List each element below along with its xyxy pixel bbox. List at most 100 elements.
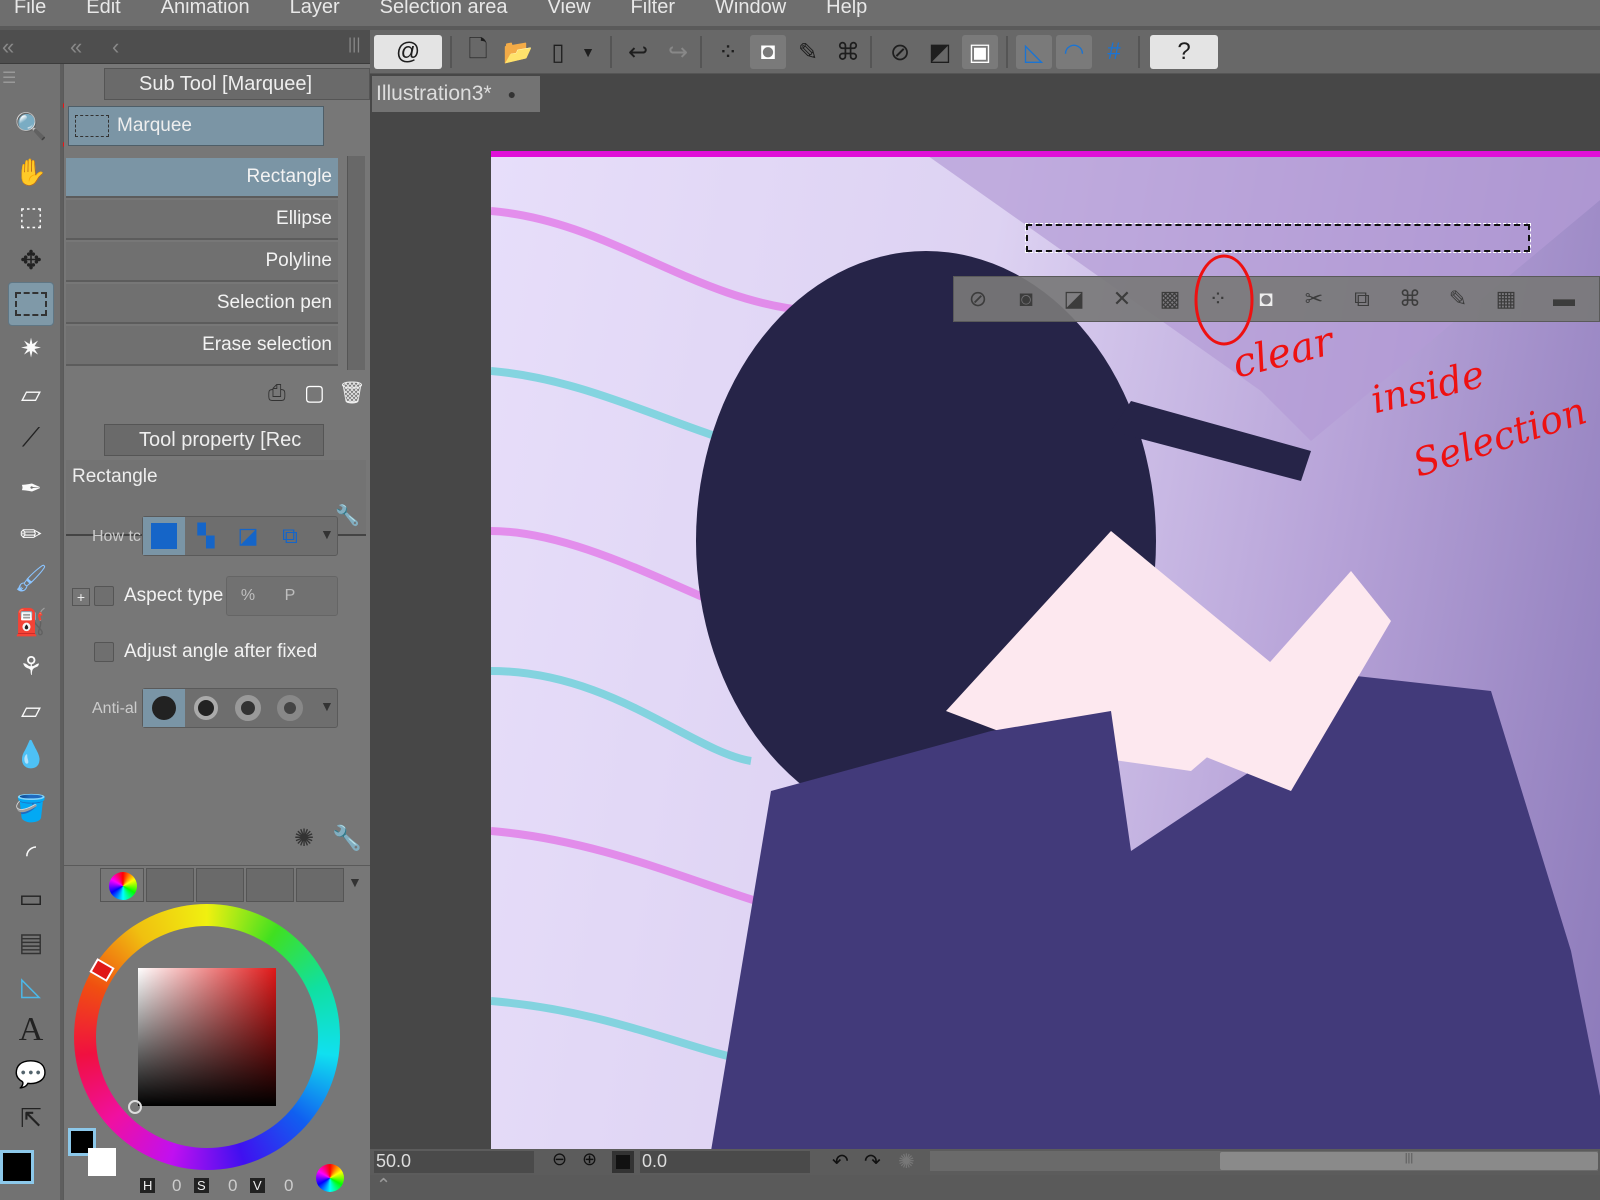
- approximate-color-tab[interactable]: [296, 868, 344, 902]
- fit-to-screen-icon[interactable]: [612, 1151, 634, 1173]
- auto-select-tool-icon[interactable]: ✷: [8, 328, 54, 368]
- aspect-type-label: Aspect type: [124, 585, 224, 606]
- move-layer-tool-icon[interactable]: ✥: [8, 240, 54, 280]
- h-value: 0: [172, 1176, 182, 1195]
- text-tool-icon[interactable]: A: [8, 1010, 54, 1050]
- bottom-bar: ⌃: [370, 1175, 1600, 1200]
- figure-tool-icon[interactable]: ▭: [8, 878, 54, 918]
- zoom-tool-icon[interactable]: 🔍: [8, 106, 54, 146]
- sub-color-box[interactable]: [88, 1148, 116, 1176]
- chevron-down-icon[interactable]: ▼: [320, 526, 334, 542]
- wrench-search-icon[interactable]: 🔧: [335, 503, 360, 528]
- hand-tool-icon[interactable]: ✋: [8, 152, 54, 192]
- selection-mode-selector[interactable]: ▚ ◪ ⧉: [142, 516, 338, 556]
- sub-tool-settings-icon[interactable]: ⎙: [268, 380, 286, 406]
- tool-name: Rectangle: [72, 466, 158, 487]
- chevron-down-icon[interactable]: ▼: [348, 874, 362, 890]
- eraser-tool-icon[interactable]: ▱: [8, 374, 54, 414]
- tool-strip: ☰ 🔍 ✋ ⬚ ✥ ✷ ▱ ⟋ ✒ ✏ 🖌 ⛽ ⚘ ▱ 💧 🪣 ◜ ▭ ▤ ◺ …: [0, 64, 63, 1200]
- operation-tool-icon[interactable]: ⬚: [8, 196, 54, 236]
- correct-line-tool-icon[interactable]: ⇱: [8, 1098, 54, 1138]
- sub-tool-scrollbar[interactable]: [347, 156, 365, 370]
- sub-tool-title: Sub Tool [Marquee]: [139, 72, 313, 95]
- antialias-weak-icon[interactable]: [185, 689, 227, 727]
- sub-tool-rectangle[interactable]: Rectangle: [66, 158, 338, 198]
- subtract-selection-icon[interactable]: ◪: [227, 517, 269, 555]
- color-wheel-panel: ▼ H 0 S 0 V 0: [64, 866, 370, 1200]
- rotate-right-icon[interactable]: ↷: [864, 1149, 881, 1174]
- reset-icon[interactable]: ✺: [294, 824, 314, 853]
- antialias-strong-icon[interactable]: [269, 689, 311, 727]
- color-wheel-tab[interactable]: [100, 868, 144, 902]
- pen-tool-icon[interactable]: ✒: [8, 468, 54, 508]
- wrench-icon[interactable]: 🔧: [332, 824, 362, 853]
- add-selection-icon[interactable]: ▚: [185, 517, 227, 555]
- h-label: H: [140, 1178, 156, 1193]
- tool-property-tab[interactable]: Tool property [Rec: [104, 424, 324, 456]
- new-selection-icon[interactable]: [143, 517, 185, 555]
- sub-tool-erase-selection[interactable]: Erase selection: [66, 326, 338, 366]
- gradient-tool-icon[interactable]: ◜: [8, 834, 54, 874]
- chevron-down-icon[interactable]: ▼: [320, 698, 334, 714]
- color-set-tab[interactable]: [196, 868, 244, 902]
- antialias-none-icon[interactable]: [143, 689, 185, 727]
- tool-property-panel: Tool property [Rec Rectangle 🔧 How tc ▚ …: [64, 420, 370, 865]
- annotation-circle-clear: [1194, 254, 1254, 346]
- delete-sub-tool-icon[interactable]: 🗑: [338, 380, 366, 406]
- balloon-tool-icon[interactable]: 💬: [8, 1054, 54, 1094]
- marquee-icon: [75, 115, 109, 137]
- zoom-field[interactable]: 50.0: [374, 1151, 534, 1173]
- blend-tool-icon[interactable]: 💧: [8, 734, 54, 774]
- sub-tool-selection-pen[interactable]: Selection pen: [66, 284, 338, 324]
- zoom-in-icon[interactable]: ⊕: [582, 1149, 597, 1170]
- scrollbar-thumb[interactable]: |||: [1220, 1152, 1598, 1170]
- reset-rotation-icon[interactable]: ✺: [898, 1149, 915, 1174]
- color-wheel-tab-icon: [109, 872, 137, 900]
- adjust-angle-label: Adjust angle after fixed: [124, 641, 318, 662]
- airbrush-tool-icon[interactable]: ⛽: [8, 602, 54, 642]
- sv-handle[interactable]: [128, 1100, 142, 1114]
- decoration-tool-icon[interactable]: ⚘: [8, 646, 54, 686]
- eraser-tool-2-icon[interactable]: ▱: [8, 690, 54, 730]
- brush-tool-icon[interactable]: 🖌: [8, 558, 54, 598]
- zoom-out-icon[interactable]: ⊖: [552, 1149, 567, 1170]
- frame-border-tool-icon[interactable]: ▤: [8, 922, 54, 962]
- selection-area-tool-icon[interactable]: [8, 282, 54, 326]
- sub-tool-polyline[interactable]: Polyline: [66, 242, 338, 282]
- aspect-type-selector[interactable]: % P: [226, 576, 338, 616]
- adjust-angle-checkbox[interactable]: [94, 642, 114, 662]
- antialias-medium-icon[interactable]: [227, 689, 269, 727]
- horizontal-scrollbar[interactable]: |||: [930, 1151, 1598, 1171]
- how-to-label: How tc: [92, 528, 141, 545]
- rotate-left-icon[interactable]: ↶: [832, 1149, 849, 1174]
- sub-tool-group-label: Marquee: [117, 115, 192, 136]
- panel-menu-icon[interactable]: ☰: [2, 68, 16, 88]
- eyedropper-tool-icon[interactable]: ⟋: [8, 418, 54, 458]
- sub-tool-tab[interactable]: Sub Tool [Marquee]: [104, 68, 370, 100]
- color-slider-tab[interactable]: [146, 868, 194, 902]
- pixel-size-icon[interactable]: P: [269, 577, 311, 615]
- color-mode-toggle-icon[interactable]: [316, 1164, 344, 1192]
- expand-plus-icon[interactable]: +: [72, 588, 90, 606]
- saturation-value-square[interactable]: [138, 968, 276, 1106]
- intersect-selection-icon[interactable]: ⧉: [269, 517, 311, 555]
- antialias-label: Anti-al: [92, 700, 138, 717]
- ratio-icon[interactable]: %: [227, 577, 269, 615]
- aspect-type-checkbox[interactable]: [94, 586, 114, 606]
- main-color-swatch[interactable]: [0, 1150, 34, 1184]
- canvas-status-bar: 50.0 ⊖ ⊕ 0.0 ↶ ↷ ✺ |||: [370, 1149, 1600, 1175]
- intermediate-color-tab[interactable]: [246, 868, 294, 902]
- rotation-field[interactable]: 0.0: [640, 1151, 810, 1173]
- antialias-selector[interactable]: [142, 688, 338, 728]
- v-value: 0: [284, 1176, 294, 1195]
- sub-tool-ellipse[interactable]: Ellipse: [66, 200, 338, 240]
- s-value: 0: [228, 1176, 238, 1195]
- copy-sub-tool-icon[interactable]: ▢: [304, 380, 325, 406]
- ruler-tool-icon[interactable]: ◺: [8, 966, 54, 1006]
- s-label: S: [194, 1178, 209, 1193]
- expand-up-icon[interactable]: ⌃: [376, 1175, 391, 1196]
- fill-tool-icon[interactable]: 🪣: [8, 788, 54, 828]
- sub-tool-group-marquee[interactable]: Marquee: [68, 106, 324, 146]
- v-label: V: [250, 1178, 265, 1193]
- pencil-tool-icon[interactable]: ✏: [8, 514, 54, 554]
